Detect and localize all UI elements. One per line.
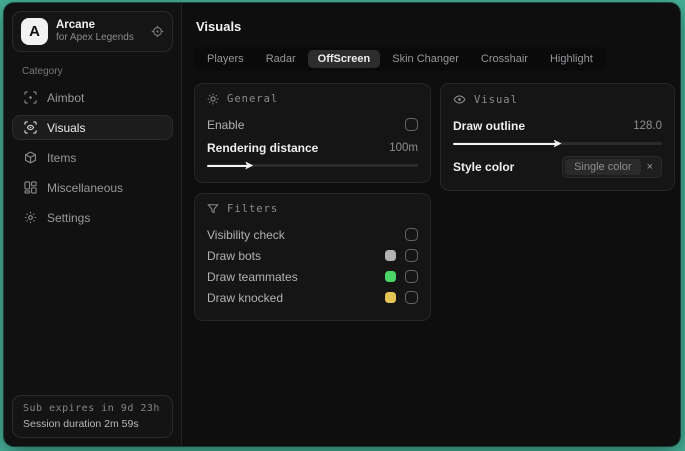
general-panel: General Enable Rendering distance 100m [194, 83, 431, 183]
enable-checkbox[interactable] [405, 118, 418, 131]
draw-outline-slider[interactable] [453, 139, 662, 148]
rendering-distance-value: 100m [389, 141, 418, 154]
draw-bots-color-swatch[interactable] [385, 250, 396, 261]
sidebar-item-label: Items [47, 150, 77, 165]
funnel-icon [207, 203, 219, 215]
draw-outline-label: Draw outline [453, 118, 526, 133]
style-color-label: Style color [453, 160, 515, 174]
app-logo: A [21, 18, 48, 45]
grid-icon [23, 181, 37, 194]
gear-icon [23, 211, 37, 224]
rendering-distance-label: Rendering distance [207, 140, 319, 155]
sun-icon [207, 93, 219, 105]
draw-outline-value: 128.0 [633, 119, 662, 132]
sub-expires-text: Sub expires in 9d 23h [23, 403, 160, 414]
sidebar-item-label: Settings [47, 210, 91, 225]
draw-knocked-color-swatch[interactable] [385, 292, 396, 303]
sidebar: A Arcane for Apex Legends Category Aimbo [4, 3, 182, 446]
sidebar-item-settings[interactable]: Settings [12, 205, 173, 230]
app-name: Arcane [56, 19, 95, 32]
tab-skin-changer[interactable]: Skin Changer [382, 50, 469, 68]
draw-teammates-color-swatch[interactable] [385, 271, 396, 282]
eye-icon [453, 93, 466, 106]
sidebar-item-miscellaneous[interactable]: Miscellaneous [12, 175, 173, 200]
style-color-chip-value[interactable]: Single color [565, 159, 641, 175]
target-pin-icon[interactable] [151, 25, 164, 38]
tab-offscreen[interactable]: OffScreen [307, 50, 381, 68]
draw-teammates-checkbox[interactable] [405, 270, 418, 283]
cube-icon [23, 151, 37, 164]
tab-radar[interactable]: Radar [256, 50, 306, 68]
subscription-status-card: Sub expires in 9d 23h Session duration 2… [12, 395, 173, 438]
draw-knocked-label: Draw knocked [207, 290, 284, 305]
eye-scan-icon [23, 121, 37, 134]
enable-label: Enable [207, 117, 245, 132]
category-label: Category [22, 66, 63, 77]
tab-players[interactable]: Players [197, 50, 254, 68]
main-content: Visuals Players Radar OffScreen Skin Cha… [182, 3, 680, 446]
sidebar-item-items[interactable]: Items [12, 145, 173, 170]
sidebar-item-visuals[interactable]: Visuals [12, 115, 173, 140]
sidebar-item-label: Visuals [47, 120, 86, 135]
app-window: A Arcane for Apex Legends Category Aimbo [4, 3, 680, 446]
visibility-check-checkbox[interactable] [405, 228, 418, 241]
app-subtitle: for Apex Legends [56, 32, 134, 44]
sidebar-item-aimbot[interactable]: Aimbot [12, 85, 173, 110]
tab-bar: Players Radar OffScreen Skin Changer Cro… [194, 47, 606, 71]
page-title: Visuals [196, 19, 242, 34]
tab-crosshair[interactable]: Crosshair [471, 50, 538, 68]
session-duration-text: Session duration 2m 59s [23, 418, 139, 430]
style-color-chip[interactable]: Single color × [562, 156, 662, 178]
rendering-distance-slider[interactable] [207, 161, 418, 170]
filters-panel-title: Filters [227, 203, 279, 215]
draw-bots-label: Draw bots [207, 248, 262, 263]
visual-panel: Visual Draw outline 128.0 Style color Si… [440, 83, 675, 191]
brand-card: A Arcane for Apex Legends [12, 11, 173, 52]
sidebar-item-label: Miscellaneous [47, 180, 124, 195]
visual-panel-title: Visual [474, 93, 518, 106]
visibility-check-label: Visibility check [207, 227, 285, 242]
crosshair-scan-icon [23, 91, 37, 104]
draw-bots-checkbox[interactable] [405, 249, 418, 262]
sidebar-item-label: Aimbot [47, 90, 85, 105]
general-panel-title: General [227, 93, 279, 105]
close-icon[interactable]: × [647, 161, 659, 173]
draw-teammates-label: Draw teammates [207, 269, 298, 284]
filters-panel: Filters Visibility check Draw bots Draw … [194, 193, 431, 321]
tab-highlight[interactable]: Highlight [540, 50, 603, 68]
draw-knocked-checkbox[interactable] [405, 291, 418, 304]
